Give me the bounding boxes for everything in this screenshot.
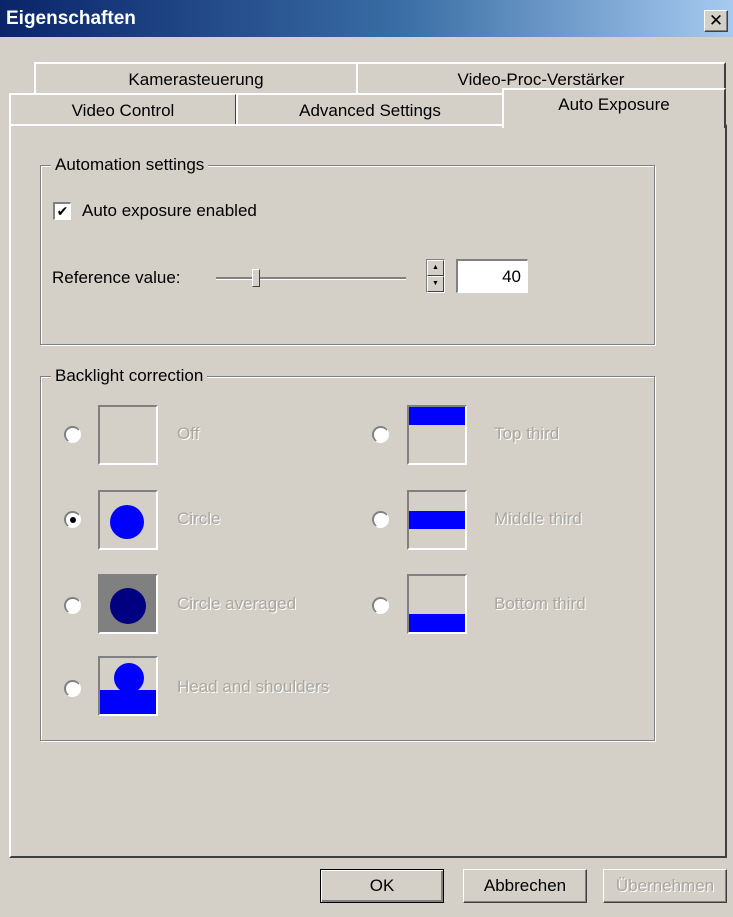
close-icon: ✕ (708, 11, 724, 30)
radio-circle[interactable] (64, 511, 81, 528)
circle-preview-icon (98, 490, 158, 550)
middle-third-preview-icon (407, 490, 467, 550)
option-label-middle-third: Middle third (494, 509, 582, 528)
reference-slider-track[interactable] (216, 277, 406, 280)
option-label-circle: Circle (177, 509, 221, 528)
radio-dot (70, 517, 76, 523)
tab-label: Kamerasteuerung (128, 70, 264, 89)
radio-circle-averaged[interactable] (64, 597, 81, 614)
auto-exposure-label: Auto exposure enabled (82, 201, 257, 220)
reference-value-label: Reference value: (52, 268, 181, 287)
circle-averaged-preview-icon (98, 574, 158, 634)
option-label-top-third: Top third (494, 424, 560, 443)
off-preview-icon (98, 405, 158, 465)
tab-video-control[interactable]: Video Control (9, 93, 237, 126)
radio-head-and-shoulders[interactable] (64, 680, 81, 697)
top-third-preview-icon (407, 405, 467, 465)
arrow-down-icon: ▼ (432, 280, 439, 287)
cancel-button[interactable]: Abbrechen (463, 869, 587, 903)
group-legend: Backlight correction (51, 366, 208, 386)
tab-label: Video Control (71, 101, 175, 120)
radio-middle-third[interactable] (372, 511, 389, 528)
reference-slider-thumb[interactable] (252, 269, 260, 287)
tab-label: Auto Exposure (558, 95, 670, 114)
tab-advanced-settings[interactable]: Advanced Settings (236, 93, 504, 126)
tab-auto-exposure[interactable]: Auto Exposure (502, 88, 726, 128)
tab-kamerasteuerung[interactable]: Kamerasteuerung (34, 62, 358, 96)
apply-button[interactable]: Übernehmen (603, 869, 727, 903)
option-label-head-and-shoulders: Head and shoulders (177, 677, 330, 696)
tab-label: Advanced Settings (299, 101, 441, 120)
close-button[interactable]: ✕ (704, 10, 728, 32)
option-label-circle-averaged: Circle averaged (177, 594, 297, 613)
radio-top-third[interactable] (372, 426, 389, 443)
window-title: Eigenschaften (6, 8, 136, 29)
option-label-off: Off (177, 424, 200, 443)
head-shoulders-preview-icon (98, 656, 158, 716)
auto-exposure-checkbox[interactable]: ✔ (53, 202, 71, 220)
reference-value-field[interactable]: 40 (456, 259, 528, 293)
ok-button[interactable]: OK (320, 869, 444, 903)
radio-off[interactable] (64, 426, 81, 443)
arrow-up-icon: ▲ (432, 264, 439, 271)
tab-label: Video-Proc-Verstärker (457, 70, 625, 89)
radio-bottom-third[interactable] (372, 597, 389, 614)
checkmark-icon: ✔ (56, 203, 69, 219)
bottom-third-preview-icon (407, 574, 467, 634)
title-bar: Eigenschaften ✕ (0, 0, 733, 37)
option-label-bottom-third: Bottom third (494, 594, 586, 613)
spin-up-button[interactable]: ▲ (427, 260, 444, 276)
spin-down-button[interactable]: ▼ (427, 276, 444, 292)
automation-settings-group: Automation settings (40, 155, 655, 345)
group-legend: Automation settings (51, 155, 209, 175)
reference-spinner[interactable]: ▲ ▼ (426, 259, 445, 293)
